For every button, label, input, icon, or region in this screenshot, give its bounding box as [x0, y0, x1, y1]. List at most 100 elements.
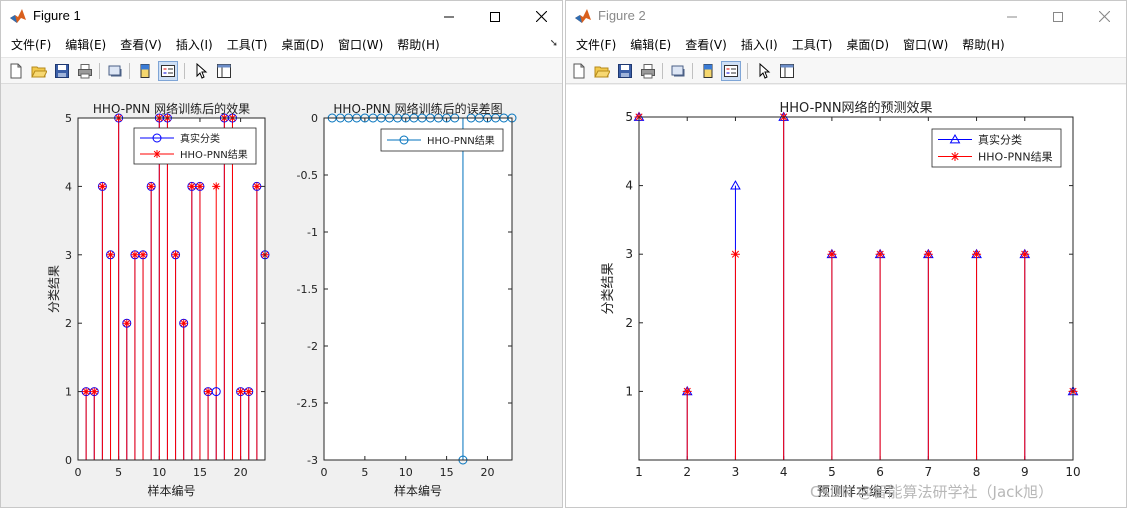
- link-icon: [671, 65, 685, 77]
- asterisk-marker: [236, 387, 245, 396]
- asterisk-marker: [153, 150, 161, 158]
- menu-help[interactable]: 帮助(H): [955, 34, 1011, 56]
- property-editor-button[interactable]: [777, 61, 797, 81]
- close-button[interactable]: [518, 1, 562, 32]
- save-icon: [618, 64, 632, 78]
- y-tick-label: 3: [65, 249, 72, 262]
- asterisk-marker: [171, 250, 180, 259]
- maximize-button[interactable]: [1035, 1, 1081, 32]
- minimize-icon: [1007, 16, 1017, 17]
- save-button[interactable]: [615, 61, 635, 81]
- asterisk-marker: [730, 249, 740, 259]
- chart-title: HHO-PNN 网络训练后的效果: [93, 101, 250, 116]
- asterisk-marker: [682, 386, 692, 396]
- x-tick-label: 5: [115, 466, 122, 479]
- asterisk-marker: [923, 249, 933, 259]
- menu-window[interactable]: 窗口(W): [896, 34, 955, 56]
- maximize-button[interactable]: [472, 1, 518, 32]
- menu-desktop[interactable]: 桌面(D): [839, 34, 896, 56]
- property-editor-button[interactable]: [214, 61, 234, 81]
- new-file-button[interactable]: [6, 61, 26, 81]
- menu-insert[interactable]: 插入(I): [734, 34, 785, 56]
- link-button[interactable]: [668, 61, 688, 81]
- menu-insert[interactable]: 插入(I): [169, 34, 220, 56]
- legend: 真实分类 HHO-PNN结果: [931, 128, 1062, 168]
- title-bar[interactable]: Figure 1: [1, 1, 562, 32]
- x-tick-label: 7: [925, 465, 933, 479]
- asterisk-marker: [204, 387, 213, 396]
- insert-colorbar-button[interactable]: [135, 61, 155, 81]
- open-button[interactable]: [29, 61, 49, 81]
- figure-1-window: Figure 1 文件(F) 编辑(E) 查看(V) 插入(I) 工具(T) 桌…: [0, 0, 563, 508]
- insert-colorbar-icon: [140, 64, 150, 78]
- x-tick-label: 5: [361, 466, 368, 479]
- y-tick-label: 1: [65, 386, 72, 399]
- asterisk-marker: [130, 250, 139, 259]
- minimize-button[interactable]: [426, 1, 472, 32]
- insert-colorbar-button[interactable]: [698, 61, 718, 81]
- chart-title: HHO-PNN网络的预测效果: [779, 100, 932, 116]
- edit-plot-button[interactable]: [754, 61, 774, 81]
- close-icon: [1098, 11, 1110, 22]
- x-tick-label: 10: [399, 466, 413, 479]
- menu-edit[interactable]: 编辑(E): [58, 34, 113, 56]
- y-tick-label: -2: [307, 340, 318, 353]
- insert-legend-button[interactable]: [158, 61, 178, 81]
- menu-overflow-icon[interactable]: ➘: [550, 38, 558, 49]
- plot-area: [78, 118, 265, 460]
- y-tick-label: 2: [625, 316, 633, 330]
- menu-help[interactable]: 帮助(H): [390, 34, 446, 56]
- asterisk-marker: [179, 319, 188, 328]
- asterisk-marker: [187, 182, 196, 191]
- window-title: Figure 2: [598, 8, 646, 23]
- insert-legend-button[interactable]: [721, 61, 741, 81]
- legend-label: 真实分类: [978, 133, 1022, 147]
- y-tick-label: 5: [625, 110, 633, 124]
- save-button[interactable]: [52, 61, 72, 81]
- close-button[interactable]: [1081, 1, 1126, 32]
- new-file-icon: [10, 63, 22, 79]
- open-button[interactable]: [592, 61, 612, 81]
- minimize-button[interactable]: [989, 1, 1035, 32]
- asterisk-marker: [950, 152, 960, 161]
- y-tick-label: 5: [65, 112, 72, 125]
- x-tick-label: 0: [75, 466, 82, 479]
- edit-plot-button[interactable]: [191, 61, 211, 81]
- menu-desktop[interactable]: 桌面(D): [274, 34, 331, 56]
- menu-file[interactable]: 文件(F): [1, 34, 58, 56]
- x-tick-label: 3: [732, 465, 740, 479]
- open-folder-icon: [594, 66, 610, 78]
- toolbar-separator: [692, 63, 693, 79]
- asterisk-marker: [106, 250, 115, 259]
- x-tick-label: 1: [635, 465, 643, 479]
- menu-view[interactable]: 查看(V): [678, 34, 734, 56]
- menu-file[interactable]: 文件(F): [566, 34, 623, 56]
- y-tick-label: 4: [625, 179, 633, 193]
- x-axis-label: 样本编号: [394, 483, 442, 498]
- print-button[interactable]: [75, 61, 95, 81]
- menu-edit[interactable]: 编辑(E): [623, 34, 678, 56]
- asterisk-marker: [195, 182, 204, 191]
- asterisk-marker: [90, 387, 99, 396]
- close-icon: [535, 11, 547, 22]
- open-folder-icon: [31, 66, 47, 78]
- new-file-button[interactable]: [569, 61, 589, 81]
- menu-window[interactable]: 窗口(W): [331, 34, 390, 56]
- minimize-icon: [444, 16, 454, 17]
- matlab-logo-icon: [575, 9, 591, 23]
- figure-1-plots: 0 5 10 15 20 0 1 2 3 4 5 HHO-PNN 网络训练后的效果样本编号 分类结果 真实…: [47, 101, 517, 498]
- title-bar[interactable]: Figure 2: [566, 1, 1126, 32]
- menu-tools[interactable]: 工具(T): [220, 34, 275, 56]
- toolbar-separator: [99, 63, 100, 79]
- edit-pointer-icon: [196, 63, 208, 79]
- menu-view[interactable]: 查看(V): [113, 34, 169, 56]
- toolbar-separator: [184, 63, 185, 79]
- y-tick-label: 3: [625, 247, 633, 261]
- print-button[interactable]: [638, 61, 658, 81]
- legend: 真实分类 HHO-PNN结果: [133, 127, 257, 165]
- link-button[interactable]: [105, 61, 125, 81]
- menu-tools[interactable]: 工具(T): [785, 34, 840, 56]
- y-axis-label: 分类结果: [601, 262, 616, 314]
- legend-label: HHO-PNN结果: [180, 148, 248, 161]
- y-tick-label: 1: [625, 384, 633, 398]
